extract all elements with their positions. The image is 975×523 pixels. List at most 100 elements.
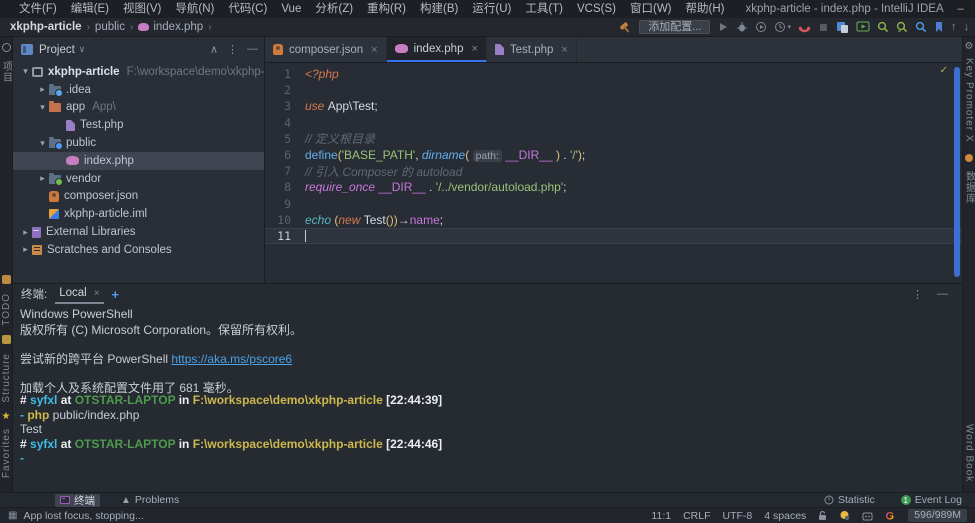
toolwindow-button-wordbook[interactable]: Word Book <box>964 424 975 482</box>
run-icon[interactable] <box>717 21 729 33</box>
breadcrumb-item[interactable]: xkphp-article <box>10 21 82 33</box>
navigate-down-icon[interactable]: ↓ <box>964 21 970 34</box>
close-icon[interactable]: × <box>94 288 100 299</box>
bookmark-icon[interactable] <box>934 21 944 33</box>
paste-search-icon[interactable] <box>836 21 849 34</box>
chevron-icon[interactable]: ▾ <box>36 138 49 149</box>
menu-item[interactable]: 帮助(H) <box>679 0 732 18</box>
stop-icon[interactable] <box>818 22 829 33</box>
tree-item[interactable]: ▾public <box>13 134 264 152</box>
hide-panel-icon[interactable]: — <box>937 288 948 301</box>
toolwindow-button-favorites[interactable]: Favorites <box>1 428 12 478</box>
chevron-icon[interactable]: ▾ <box>36 102 49 113</box>
search-everywhere-icon[interactable] <box>915 21 927 33</box>
google-grazie-icon[interactable]: G <box>885 510 896 521</box>
menu-item[interactable]: 构建(B) <box>413 0 465 18</box>
menu-item[interactable]: 运行(U) <box>465 0 518 18</box>
toolwindow-button-todo[interactable]: TODO <box>1 293 12 326</box>
close-icon[interactable]: × <box>471 43 477 55</box>
search-green-icon[interactable] <box>877 21 889 33</box>
profiler-icon[interactable] <box>755 21 767 33</box>
tree-item[interactable]: xkphp-article.iml <box>13 205 264 223</box>
editor-scrollbar[interactable] <box>954 67 960 277</box>
options-menu-icon[interactable]: ⋮ <box>912 288 923 301</box>
minimize-button[interactable]: – <box>944 0 975 18</box>
menu-item[interactable]: 视图(V) <box>116 0 168 18</box>
debug-icon[interactable] <box>736 21 748 33</box>
close-icon[interactable]: × <box>561 44 567 56</box>
toolwindow-button-statistic[interactable]: Statistic <box>819 494 880 507</box>
line-ending[interactable]: CRLF <box>683 510 710 522</box>
editor-tab[interactable]: composer.json× <box>265 37 387 62</box>
tree-item[interactable]: Test.php <box>13 116 264 134</box>
breadcrumb-item[interactable]: public <box>95 21 125 33</box>
hide-panel-icon[interactable]: — <box>247 43 258 56</box>
stop-phone-icon[interactable] <box>798 21 811 33</box>
chevron-icon[interactable]: ▸ <box>36 173 49 184</box>
lock-icon[interactable] <box>818 510 827 521</box>
chevron-icon[interactable]: ▸ <box>19 227 32 238</box>
tree-item[interactable]: ▸vendor <box>13 170 264 188</box>
toolwindow-button-terminal[interactable]: 终端 <box>55 494 100 507</box>
menu-item[interactable]: 重构(R) <box>360 0 413 18</box>
todo-toolwindow-icon[interactable] <box>2 273 11 287</box>
indent-setting[interactable]: 4 spaces <box>764 510 806 522</box>
search-replace-icon[interactable] <box>896 21 908 33</box>
menu-item[interactable]: 导航(N) <box>168 0 221 18</box>
project-toolwindow-icon[interactable] <box>2 41 11 55</box>
favorites-star-icon[interactable]: ★ <box>2 411 11 422</box>
editor-body[interactable]: 1<?php23use App\Test;45// 定义根目录6define('… <box>265 63 962 283</box>
folder-icon <box>49 139 61 148</box>
memory-indicator[interactable]: 596/989M <box>908 509 967 522</box>
run-configuration-select[interactable]: 添加配置... <box>639 20 710 34</box>
caret-position[interactable]: 11:1 <box>651 510 671 522</box>
tree-item[interactable]: ▸Scratches and Consoles <box>13 241 264 259</box>
menu-item[interactable]: 代码(C) <box>221 0 274 18</box>
toolwindow-button-problems[interactable]: ▲ Problems <box>116 494 184 507</box>
menu-item[interactable]: VCS(S) <box>570 0 623 18</box>
menu-item[interactable]: 文件(F) <box>12 0 64 18</box>
tree-item[interactable]: composer.json <box>13 188 264 206</box>
editor-tab[interactable]: index.php× <box>387 37 487 62</box>
run-anything-icon[interactable] <box>856 21 870 33</box>
build-hammer-icon[interactable] <box>619 21 632 34</box>
robot-icon[interactable] <box>862 511 873 521</box>
menu-item[interactable]: 窗口(W) <box>623 0 679 18</box>
close-icon[interactable]: × <box>371 44 377 56</box>
toolwindow-button-database[interactable]: 数据库 <box>962 171 975 204</box>
structure-toolwindow-icon[interactable] <box>2 333 11 347</box>
terminal-output[interactable]: Windows PowerShell版权所有 (C) Microsoft Cor… <box>13 304 962 492</box>
options-menu-icon[interactable]: ⋮ <box>227 43 238 56</box>
inspections-ok-icon[interactable]: ✓ <box>940 65 948 76</box>
collapse-all-icon[interactable]: ∧ <box>210 43 218 56</box>
file-encoding[interactable]: UTF-8 <box>723 510 753 522</box>
navigate-up-icon[interactable]: ↑ <box>951 21 957 34</box>
chevron-icon[interactable]: ▸ <box>36 84 49 95</box>
run-with-coverage-icon[interactable]: ▾ <box>774 21 791 33</box>
breadcrumb-item[interactable]: index.php <box>153 21 203 33</box>
menu-item[interactable]: 工具(T) <box>518 0 570 18</box>
gear-icon[interactable]: ⚙ <box>965 41 974 52</box>
notification-bell-icon[interactable] <box>839 510 850 521</box>
menu-item[interactable]: 分析(Z) <box>308 0 360 18</box>
tree-item[interactable]: index.php <box>13 152 264 170</box>
tree-item[interactable]: ▸.idea <box>13 81 264 99</box>
toolwindow-button-eventlog[interactable]: 1 Event Log <box>896 494 967 507</box>
tree-item[interactable]: ▾appApp\ <box>13 99 264 117</box>
project-view-title[interactable]: Project <box>39 44 75 56</box>
toolwindow-button-project[interactable]: 项目 <box>0 61 14 83</box>
new-session-icon[interactable]: + <box>112 287 120 302</box>
chevron-icon[interactable]: ▾ <box>19 66 32 77</box>
chevron-icon[interactable]: ▸ <box>19 244 32 255</box>
toolwindow-button-structure[interactable]: Structure <box>1 353 12 403</box>
menu-item[interactable]: Vue <box>274 0 308 18</box>
toolwindow-switcher-icon[interactable]: ▦ <box>8 510 17 521</box>
menu-item[interactable]: 编辑(E) <box>64 0 116 18</box>
chevron-down-icon[interactable]: ∨ <box>79 44 86 55</box>
editor-tab[interactable]: Test.php× <box>487 37 577 62</box>
database-toolwindow-icon[interactable] <box>965 151 973 165</box>
tree-item[interactable]: ▾xkphp-articleF:\workspace\demo\xkphp-ar… <box>13 63 264 81</box>
tree-item[interactable]: ▸External Libraries <box>13 223 264 241</box>
terminal-tab-local[interactable]: Local × <box>55 284 103 304</box>
toolwindow-button-key-promoter[interactable]: Key Promoter X <box>964 58 975 143</box>
